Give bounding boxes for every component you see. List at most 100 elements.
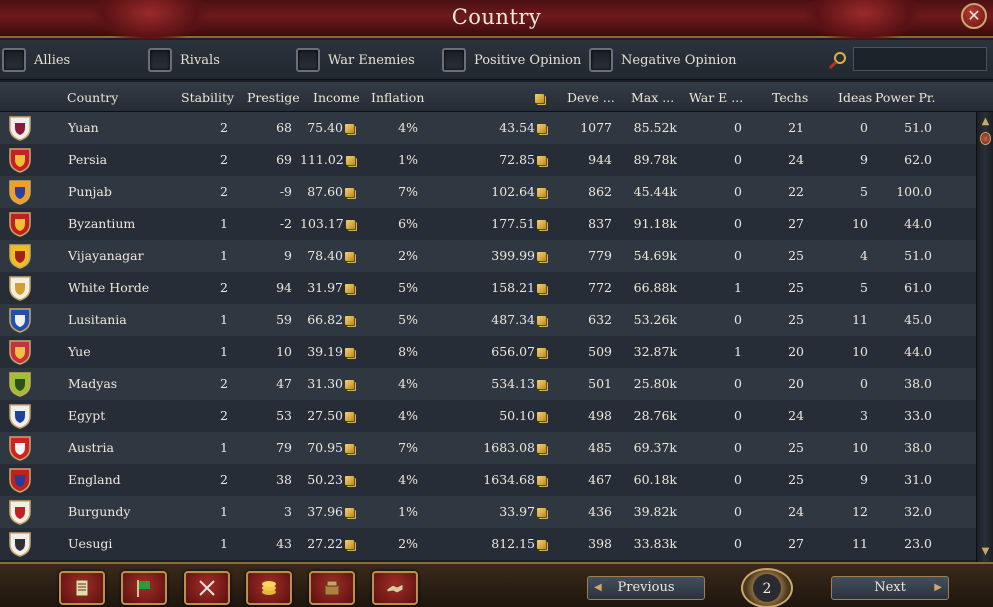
table-row[interactable]: England 2 38 50.23 4% 1634.68 467 60.18k 0 25 9 31.… bbox=[0, 464, 976, 496]
table-row[interactable]: Vijayanagar 1 9 78.40 2% 399.99 779 54.69k 0 25 4 5… bbox=[0, 240, 976, 272]
column-header-stability[interactable]: Stability bbox=[181, 90, 234, 105]
cell-prestige: 47 bbox=[250, 376, 292, 391]
flag-icon bbox=[137, 580, 150, 597]
column-header-treasury[interactable] bbox=[533, 90, 544, 105]
country-flag-icon[interactable] bbox=[8, 371, 32, 397]
table-row[interactable]: Persia 2 69 111.02 1% 72.85 944 89.78k 0 24 9 62.0 bbox=[0, 144, 976, 176]
techs-value: 22 bbox=[788, 184, 804, 199]
table-row[interactable]: Burgundy 1 3 37.96 1% 33.97 436 39.82k 0 24 12 32.0 bbox=[0, 496, 976, 528]
country-flag-icon[interactable] bbox=[8, 179, 32, 205]
cell-stability: 1 bbox=[180, 536, 228, 551]
treasury-value: 1683.08 bbox=[483, 440, 535, 455]
table-row[interactable]: White Horde 2 94 31.97 5% 158.21 772 66.88k 1 25 5… bbox=[0, 272, 976, 304]
column-header-prestige[interactable]: Prestige bbox=[247, 90, 300, 105]
table-row[interactable]: Madyas 2 47 31.30 4% 534.13 501 25.80k 0 20 0 38.0 bbox=[0, 368, 976, 400]
table-row[interactable]: Yuan 2 68 75.40 4% 43.54 1077 85.52k 0 21 0 51.0 bbox=[0, 112, 976, 144]
country-flag-icon[interactable] bbox=[8, 499, 32, 525]
cell-country[interactable]: Burgundy bbox=[68, 504, 178, 519]
country-value: Burgundy bbox=[68, 504, 131, 519]
column-header-techs[interactable]: Techs bbox=[772, 90, 808, 105]
column-header-income[interactable]: Income bbox=[313, 90, 360, 105]
scrollbar[interactable]: ▲ ▼ bbox=[976, 112, 993, 562]
ledger-button[interactable] bbox=[59, 571, 105, 605]
cell-country[interactable]: England bbox=[68, 472, 178, 487]
country-flag-icon[interactable] bbox=[8, 435, 32, 461]
country-flag-icon[interactable] bbox=[8, 531, 32, 557]
column-header-country[interactable]: Country bbox=[67, 90, 118, 105]
income-value: 50.23 bbox=[307, 472, 343, 487]
column-header-war-exhaustion[interactable]: War E ... bbox=[689, 90, 743, 105]
table-row[interactable]: Uesugi 1 43 27.22 2% 812.15 398 33.83k 0 27 11 23.0 bbox=[0, 528, 976, 560]
country-flag-icon[interactable] bbox=[8, 115, 32, 141]
country-value: Yue bbox=[68, 344, 91, 359]
cell-country[interactable]: Vijayanagar bbox=[68, 248, 178, 263]
country-flag-icon[interactable] bbox=[8, 339, 32, 365]
cell-country[interactable]: Uesugi bbox=[68, 536, 178, 551]
cell-country[interactable]: White Horde bbox=[68, 280, 178, 295]
cell-treasury: 487.34 bbox=[430, 312, 546, 327]
scroll-up-arrow-icon[interactable]: ▲ bbox=[979, 116, 992, 128]
positive-opinion-checkbox[interactable] bbox=[442, 48, 466, 72]
table-row[interactable]: Yue 1 10 39.19 8% 656.07 509 32.87k 1 20 10 44.0 bbox=[0, 336, 976, 368]
scroll-down-arrow-icon[interactable]: ▼ bbox=[979, 546, 992, 558]
table-row[interactable]: Byzantium 1 -2 103.17 6% 177.51 837 91.18k 0 27 10… bbox=[0, 208, 976, 240]
table-row[interactable]: Lusitania 1 59 66.82 5% 487.34 632 53.26k 0 25 11 4… bbox=[0, 304, 976, 336]
search-input[interactable] bbox=[853, 47, 987, 71]
country-flag-icon[interactable] bbox=[8, 147, 32, 173]
diplomacy-button[interactable] bbox=[372, 571, 418, 605]
cell-stability: 1 bbox=[180, 440, 228, 455]
column-header-development[interactable]: Deve ... bbox=[567, 90, 615, 105]
cell-country[interactable]: Punjab bbox=[68, 184, 178, 199]
negative-opinion-checkbox[interactable] bbox=[589, 48, 613, 72]
table-row[interactable]: Egypt 2 53 27.50 4% 50.10 498 28.76k 0 24 3 33.0 bbox=[0, 400, 976, 432]
filter-allies[interactable]: Allies bbox=[2, 47, 70, 73]
military-button[interactable] bbox=[184, 571, 230, 605]
country-flag-icon[interactable] bbox=[8, 275, 32, 301]
column-header-inflation[interactable]: Inflation bbox=[371, 90, 424, 105]
cell-country[interactable]: Yue bbox=[68, 344, 178, 359]
allies-checkbox[interactable] bbox=[2, 48, 26, 72]
column-header-power-projection[interactable]: Power Pr. bbox=[875, 90, 935, 105]
war-enemies-checkbox[interactable] bbox=[296, 48, 320, 72]
countries-button[interactable] bbox=[121, 571, 167, 605]
cell-power-projection: 61.0 bbox=[880, 280, 932, 295]
filter-rivals[interactable]: Rivals bbox=[148, 47, 220, 73]
cell-country[interactable]: Egypt bbox=[68, 408, 178, 423]
country-flag-icon[interactable] bbox=[8, 467, 32, 493]
close-icon[interactable]: ✕ bbox=[961, 3, 987, 29]
column-header-max-manpower[interactable]: Max ... bbox=[631, 90, 674, 105]
cell-stability: 2 bbox=[180, 408, 228, 423]
country-flag-icon[interactable] bbox=[8, 243, 32, 269]
cell-treasury: 177.51 bbox=[430, 216, 546, 231]
cell-income: 50.23 bbox=[300, 472, 354, 487]
country-flag-icon[interactable] bbox=[8, 403, 32, 429]
table-row[interactable]: Punjab 2 -9 87.60 7% 102.64 862 45.44k 0 22 5 100.0 bbox=[0, 176, 976, 208]
column-header-ideas[interactable]: Ideas bbox=[838, 90, 872, 105]
filter-negative-opinion[interactable]: Negative Opinion bbox=[589, 47, 737, 73]
war-exhaustion-value: 1 bbox=[734, 344, 742, 359]
filter-bar: Allies Rivals War Enemies Positive Opini… bbox=[0, 40, 993, 80]
max-manpower-value: 25.80k bbox=[633, 376, 677, 391]
cell-country[interactable]: Lusitania bbox=[68, 312, 178, 327]
filter-war-enemies[interactable]: War Enemies bbox=[296, 47, 415, 73]
trade-button[interactable] bbox=[309, 571, 355, 605]
development-value: 779 bbox=[588, 248, 612, 263]
cell-country[interactable]: Byzantium bbox=[68, 216, 178, 231]
cell-country[interactable]: Yuan bbox=[68, 120, 178, 135]
filter-positive-opinion[interactable]: Positive Opinion bbox=[442, 47, 581, 73]
previous-button[interactable]: ◀ Previous bbox=[587, 576, 705, 600]
scroll-thumb[interactable] bbox=[980, 132, 991, 145]
country-flag-icon[interactable] bbox=[8, 211, 32, 237]
cell-country[interactable]: Madyas bbox=[68, 376, 178, 391]
rivals-checkbox[interactable] bbox=[148, 48, 172, 72]
cell-war-exhaustion: 1 bbox=[700, 344, 742, 359]
economy-button[interactable] bbox=[246, 571, 292, 605]
cell-inflation: 4% bbox=[380, 120, 418, 135]
next-button[interactable]: Next ▶ bbox=[831, 576, 949, 600]
table-row[interactable]: Austria 1 79 70.95 7% 1683.08 485 69.37k 0 25 10 38… bbox=[0, 432, 976, 464]
cell-income: 111.02 bbox=[300, 152, 355, 167]
country-flag-icon[interactable] bbox=[8, 307, 32, 333]
cell-country[interactable]: Persia bbox=[68, 152, 178, 167]
cell-max-manpower: 54.69k bbox=[620, 248, 677, 263]
cell-country[interactable]: Austria bbox=[68, 440, 178, 455]
